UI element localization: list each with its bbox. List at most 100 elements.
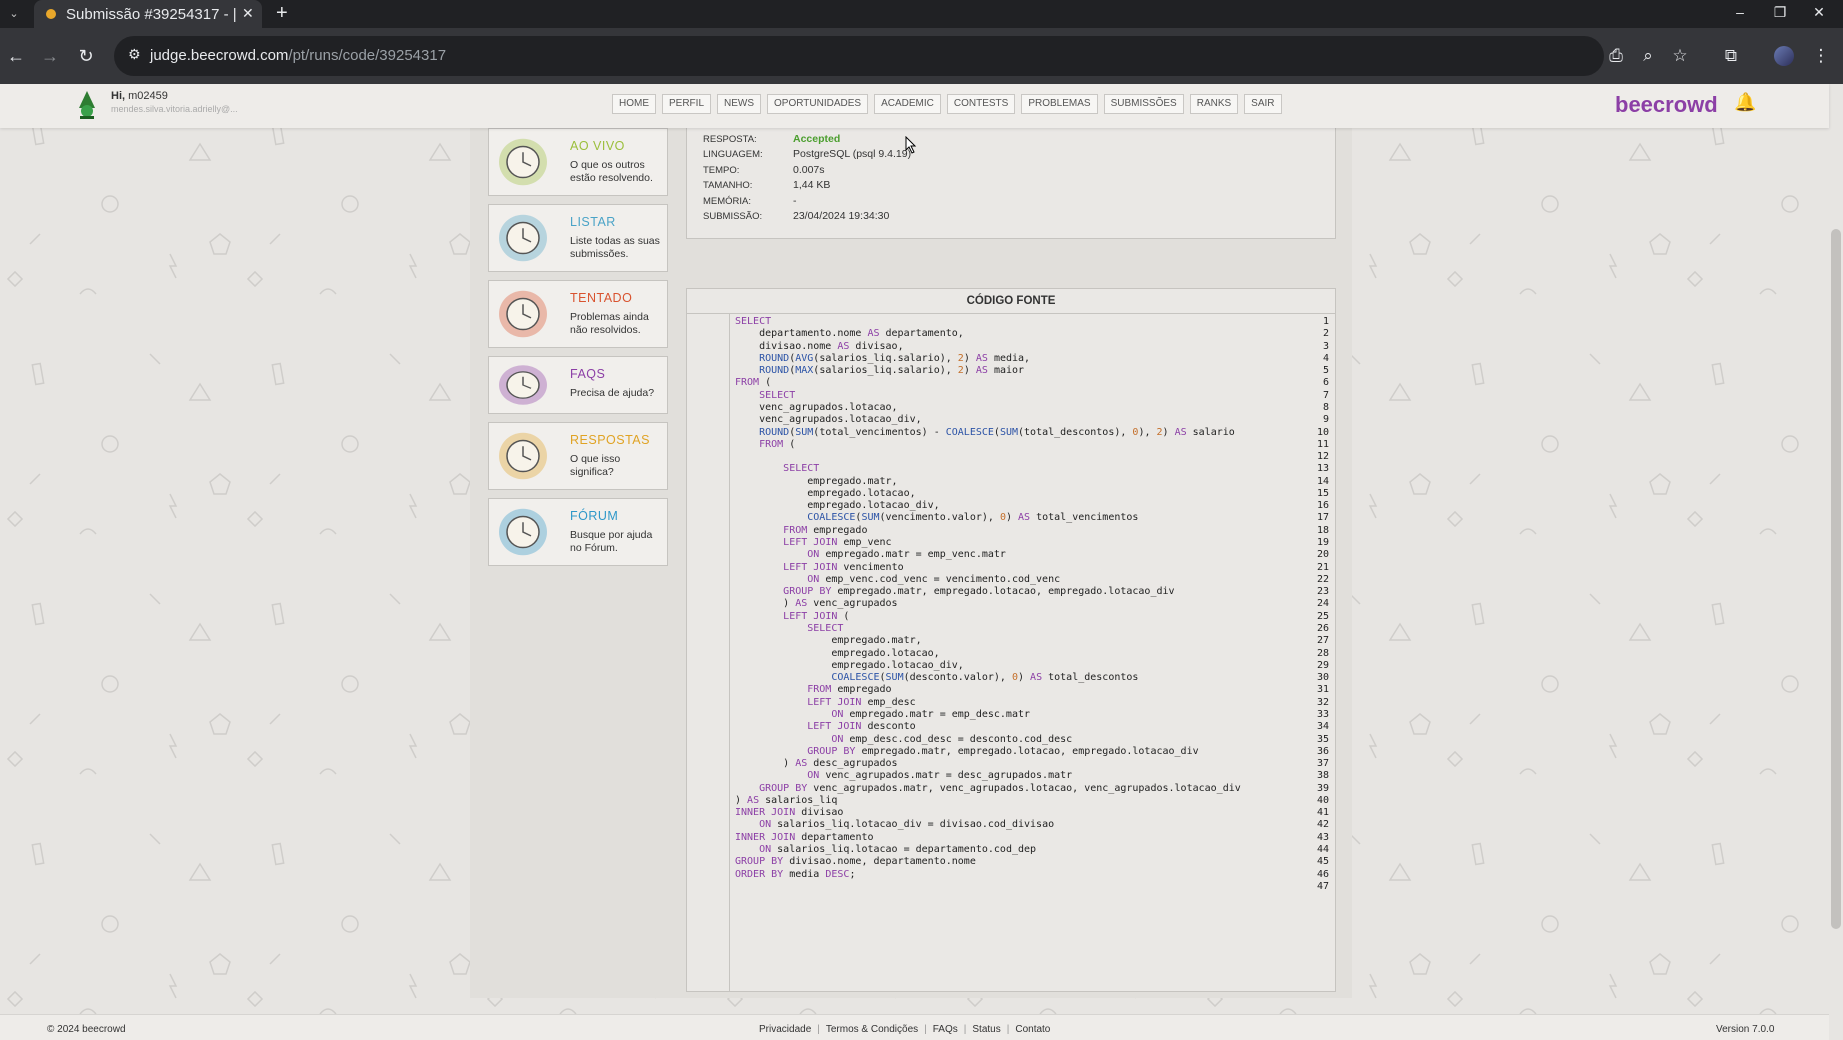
restore-icon[interactable]: ❐ (1767, 4, 1793, 21)
source-code-panel: CÓDIGO FONTE 1 SELECT 2 departamento.nome … (686, 288, 1336, 992)
line-number: 22 (1316, 573, 1329, 585)
info-label: TAMANHO: (703, 180, 753, 192)
footer-link-contato[interactable]: Contato (1015, 1024, 1050, 1035)
nav-oportunidades[interactable]: OPORTUNIDADES (767, 94, 869, 114)
nav-perfil[interactable]: PERFIL (662, 94, 712, 114)
menu-icon[interactable]: ⋮ (1808, 44, 1834, 68)
site-info-icon[interactable]: ⚙ (128, 46, 141, 63)
line-number: 45 (1316, 856, 1329, 868)
sidebar-card-listar[interactable]: LISTAR Liste todas as suas submissões. (488, 204, 668, 272)
info-label: MEMÓRIA: (703, 195, 752, 207)
user-avatar[interactable] (74, 90, 100, 120)
code-line: ON empregado.matr = emp_venc.matr (807, 549, 1006, 561)
sidebar-card-desc: Problemas ainda não resolvidos. (570, 311, 649, 336)
zoom-icon[interactable]: ⌕ (1635, 44, 1661, 68)
globe-clock-icon (499, 138, 547, 186)
code-line: FROM empregado (807, 684, 892, 696)
bookmark-star-icon[interactable]: ☆ (1667, 44, 1693, 68)
tab-search-icon[interactable]: ⌄ (6, 6, 22, 22)
code-line: LEFT JOIN vencimento (783, 561, 904, 573)
tab-close-icon[interactable]: ✕ (242, 5, 254, 22)
nav-ranks[interactable]: RANKS (1189, 94, 1239, 114)
code-line: INNER JOIN departamento (735, 831, 874, 843)
code-line: LEFT JOIN desconto (807, 721, 916, 733)
line-number: 35 (1316, 733, 1329, 745)
bell-icon[interactable]: 🔔 (1734, 92, 1756, 113)
browser-toolbar: ← → ↻ ⚙ judge.beecrowd.com/pt/runs/code/… (0, 28, 1843, 84)
favicon-icon (46, 9, 56, 19)
forward-icon[interactable]: → (38, 44, 62, 68)
sidebar-card-faqs[interactable]: FAQS Precisa de ajuda? (488, 356, 668, 414)
code-line: ON salarios_liq.lotacao = departamento.c… (759, 844, 1037, 856)
line-number: 5 (1322, 365, 1329, 377)
line-number: 32 (1316, 696, 1329, 708)
nav-academic[interactable]: ACADEMIC (874, 94, 941, 114)
line-number: 39 (1316, 782, 1329, 794)
code-area[interactable]: 1 SELECT 2 departamento.nome AS departamen… (687, 314, 1335, 991)
line-number: 47 (1316, 880, 1329, 892)
code-line: ON venc_agrupados.matr = desc_agrupados.… (807, 770, 1073, 782)
code-line: empregado.matr, (735, 475, 898, 487)
line-number: 20 (1316, 549, 1329, 561)
sidebar-card-fórum[interactable]: FÓRUM Busque por ajuda no Fórum. (488, 498, 668, 566)
nav-sair[interactable]: SAIR (1244, 94, 1282, 114)
code-line: GROUP BY empregado.matr, empregado.lotac… (807, 745, 1199, 757)
line-number: 44 (1316, 844, 1329, 856)
nav-news[interactable]: NEWS (717, 94, 762, 114)
sidebar-card-respostas[interactable]: RESPOSTAS O que isso significa? (488, 422, 668, 490)
new-tab-button[interactable]: + (276, 3, 288, 23)
code-line: empregado.lotacao, (735, 647, 940, 659)
footer-link-termos-condi-es[interactable]: Termos & Condições (826, 1024, 918, 1035)
line-number: 41 (1316, 807, 1329, 819)
line-number: 46 (1316, 868, 1329, 880)
sidebar-card-ao-vivo[interactable]: AO VIVO O que os outros estão resolvendo. (488, 128, 668, 196)
nav-home[interactable]: HOME (612, 94, 656, 114)
code-line: LEFT JOIN emp_desc (807, 696, 916, 708)
code-line: COALESCE(SUM(desconto.valor), 0) AS tota… (831, 672, 1139, 684)
browser-tab[interactable]: Submissão #39254317 - | ✕ (34, 0, 262, 28)
scroll-thumb[interactable] (1831, 229, 1841, 929)
footer-link-status[interactable]: Status (972, 1024, 1000, 1035)
reload-icon[interactable]: ↻ (74, 44, 98, 68)
sidebar-card-desc: Busque por ajuda no Fórum. (570, 529, 653, 554)
sidebar-card-title: AO VIVO (570, 139, 625, 153)
install-app-icon[interactable]: ⎙ (1603, 44, 1629, 68)
sidebar-card-desc: O que os outros estão resolvendo. (570, 159, 653, 184)
code-line: empregado.lotacao_div, (735, 500, 940, 512)
line-number: 2 (1322, 328, 1329, 340)
code-line: ROUND(AVG(salarios_liq.salario), 2) AS m… (759, 352, 1031, 364)
source-code-title: CÓDIGO FONTE (687, 289, 1335, 314)
code-line: ON salarios_liq.lotacao_div = divisao.co… (759, 819, 1055, 831)
line-number: 27 (1316, 635, 1329, 647)
line-number: 3 (1322, 340, 1329, 352)
close-window-icon[interactable]: ✕ (1806, 4, 1832, 21)
extensions-icon[interactable]: ⧉ (1718, 44, 1744, 68)
site-header: Hi, m02459 mendes.silva.vitoria.adrielly… (0, 84, 1829, 128)
nav-contests[interactable]: CONTESTS (946, 94, 1016, 114)
info-label: SUBMISSÃO: (703, 211, 763, 222)
scrollbar[interactable] (1829, 84, 1843, 1040)
code-line: ROUND(SUM(total_vencimentos) - COALESCE(… (759, 426, 1235, 438)
profile-avatar[interactable] (1774, 46, 1794, 66)
footer-link-privacidade[interactable]: Privacidade (759, 1024, 811, 1035)
code-line: SELECT (807, 623, 844, 634)
info-value: 1,44 KB (793, 179, 831, 192)
line-number: 14 (1316, 475, 1329, 487)
minimize-icon[interactable]: – (1727, 4, 1753, 20)
copyright: © 2024 beecrowd (47, 1024, 126, 1035)
address-bar[interactable]: ⚙ judge.beecrowd.com/pt/runs/code/392543… (114, 36, 1604, 76)
code-line: ORDER BY media DESC; (735, 868, 856, 880)
info-label: TEMPO: (703, 164, 740, 176)
footer-link-faqs[interactable]: FAQs (933, 1024, 958, 1035)
user-email: mendes.silva.vitoria.adrielly@... (111, 104, 238, 114)
line-number: 1 (1322, 316, 1329, 327)
code-line: FROM empregado (783, 524, 868, 536)
forum-icon (499, 508, 547, 556)
nav-submissões[interactable]: SUBMISSÕES (1103, 94, 1184, 114)
back-icon[interactable]: ← (4, 44, 28, 68)
brand-logo[interactable]: beecrowd (1615, 92, 1718, 118)
footer-separator: | (924, 1024, 927, 1035)
nav-problemas[interactable]: PROBLEMAS (1021, 94, 1098, 114)
sidebar-card-tentado[interactable]: TENTADO Problemas ainda não resolvidos. (488, 280, 668, 348)
line-number: 37 (1316, 758, 1329, 770)
